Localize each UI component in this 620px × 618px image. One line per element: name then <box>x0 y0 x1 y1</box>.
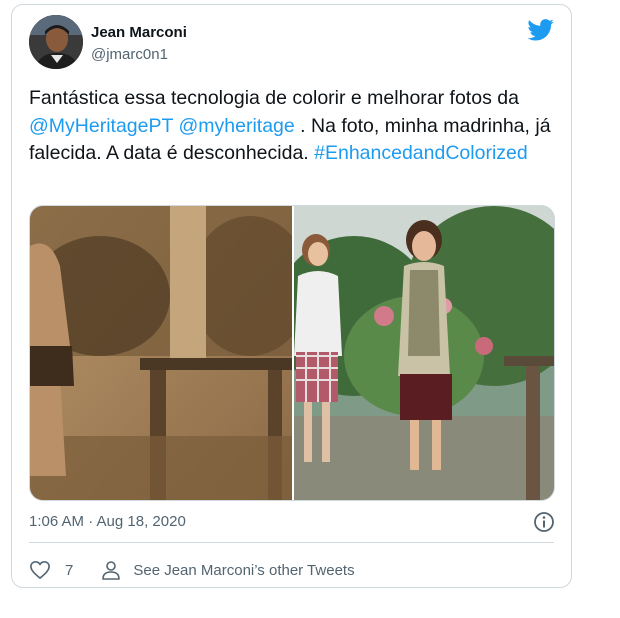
info-icon[interactable] <box>532 510 556 534</box>
tweet-text-part: Fantástica essa tecnologia de colorir e … <box>29 87 519 109</box>
tweet-text: Fantástica essa tecnologia de colorir e … <box>29 85 559 168</box>
heart-icon[interactable] <box>29 560 51 580</box>
like-count[interactable]: 7 <box>65 562 73 579</box>
original-photo <box>30 206 310 500</box>
person-icon[interactable] <box>101 560 121 580</box>
author-handle[interactable]: @jmarc0n1 <box>91 46 168 64</box>
divider <box>29 542 554 543</box>
tweet-media[interactable] <box>29 205 555 501</box>
mention-link[interactable]: @myheritage <box>178 115 294 137</box>
author-name[interactable]: Jean Marconi <box>91 24 187 42</box>
mention-link[interactable]: @MyHeritagePT <box>29 115 173 137</box>
hashtag-link[interactable]: #EnhancedandColorized <box>314 142 528 164</box>
colorized-photo <box>274 206 554 500</box>
tweet-timestamp[interactable]: 1:06 AM · Aug 18, 2020 <box>29 513 186 530</box>
tweet-card: Jean Marconi @jmarc0n1 Fantástica essa t… <box>11 4 572 588</box>
tweet-actions: 7 See Jean Marconi’s other Tweets <box>29 558 355 582</box>
avatar[interactable] <box>29 15 83 69</box>
twitter-bird-icon[interactable] <box>527 19 555 41</box>
other-tweets-link[interactable]: See Jean Marconi’s other Tweets <box>133 562 354 579</box>
